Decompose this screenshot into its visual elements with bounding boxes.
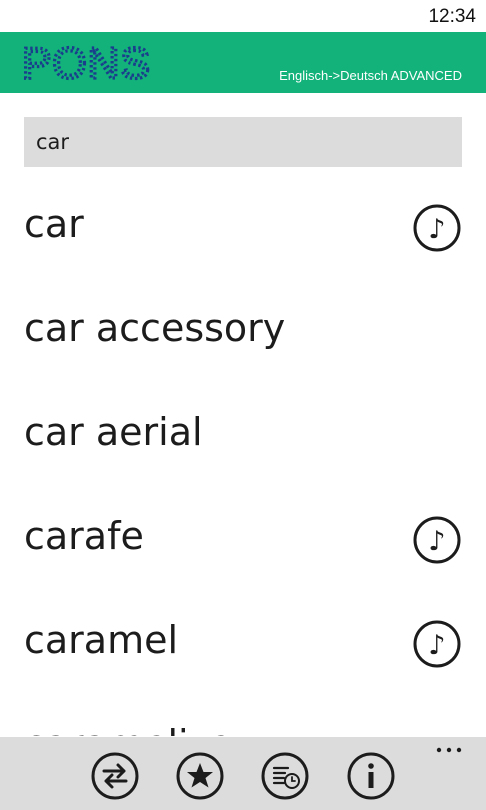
audio-icon[interactable]: ♪ — [412, 515, 462, 565]
result-word: car — [24, 202, 84, 246]
clock: 12:34 — [428, 6, 476, 27]
result-list[interactable]: car ♪ car accessory car aerial carafe ♪ … — [0, 176, 486, 736]
app-bar — [0, 737, 486, 810]
list-item[interactable]: car accessory — [0, 280, 486, 384]
list-item[interactable]: caramelize — [0, 696, 486, 736]
more-dots-icon[interactable] — [434, 745, 464, 755]
language-direction-label: Englisch->Deutsch ADVANCED — [279, 68, 462, 83]
svg-text:♪: ♪ — [428, 630, 445, 661]
result-word: carafe — [24, 514, 144, 558]
result-word: car accessory — [24, 306, 286, 350]
list-item[interactable]: car ♪ — [0, 176, 486, 280]
result-word: caramel — [24, 618, 179, 662]
list-item[interactable]: caramel ♪ — [0, 592, 486, 696]
result-word: car aerial — [24, 410, 203, 454]
pons-logo: PONS — [22, 40, 151, 86]
audio-icon[interactable]: ♪ — [412, 619, 462, 669]
history-icon[interactable] — [260, 751, 310, 801]
search-input[interactable] — [24, 117, 462, 167]
app-header: PONS Englisch->Deutsch ADVANCED — [0, 32, 486, 93]
svg-text:♪: ♪ — [428, 214, 445, 245]
star-favorites-icon[interactable] — [175, 751, 225, 801]
swap-direction-icon[interactable] — [90, 751, 140, 801]
result-word: caramelize — [24, 722, 232, 736]
svg-text:♪: ♪ — [428, 526, 445, 557]
list-item[interactable]: carafe ♪ — [0, 488, 486, 592]
status-bar: 12:34 — [0, 0, 486, 32]
info-icon[interactable] — [346, 751, 396, 801]
svg-text:PONS: PONS — [22, 40, 151, 86]
list-item[interactable]: car aerial — [0, 384, 486, 488]
audio-icon[interactable]: ♪ — [412, 203, 462, 253]
